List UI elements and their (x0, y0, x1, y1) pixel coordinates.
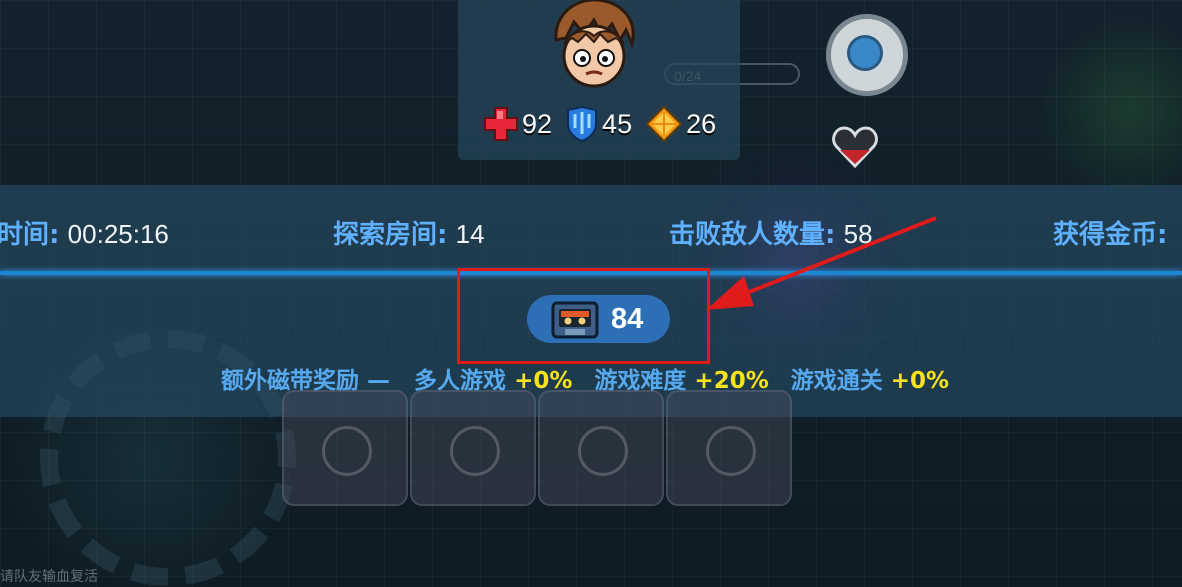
gold-label: 获得金币: (1053, 220, 1168, 250)
energy-value: 26 (686, 108, 717, 139)
hero-avatar (554, 0, 635, 88)
shield-stat: 45 (566, 106, 632, 142)
health-stat: 92 (484, 107, 552, 141)
time-value: 00:25:16 (67, 219, 169, 249)
pointer-arrow (706, 216, 937, 310)
heart-icon (832, 126, 878, 168)
energy-crystal-icon (646, 106, 683, 142)
shield-icon (567, 106, 598, 142)
health-cross-icon (484, 107, 518, 141)
energy-stat: 26 (646, 106, 716, 142)
rooms-value: 14 (455, 219, 485, 249)
health-value: 92 (522, 108, 553, 139)
empty-card-slot (410, 390, 536, 506)
compass-icon (826, 14, 908, 96)
shield-value: 45 (602, 108, 633, 139)
empty-slot-icon (322, 426, 372, 476)
hero-stats: 92 45 26 (484, 106, 716, 142)
rooms-stat: 探索房间: 14 (333, 214, 485, 251)
empty-card-slot (666, 390, 792, 506)
time-label: 时间: (0, 220, 60, 250)
gold-stat: 获得金币: (1053, 214, 1167, 251)
clear-value: +0% (890, 368, 950, 394)
empty-card-slot (538, 390, 664, 506)
clear-label: 游戏通关 (790, 368, 883, 394)
empty-slot-icon (706, 426, 756, 476)
empty-slot-icon (450, 426, 500, 476)
empty-card-slot (282, 390, 408, 506)
revive-hint: 请队友输血复活 (0, 569, 98, 585)
time-stat: 时间: 00:25:16 (0, 214, 169, 251)
highlight-box (457, 268, 710, 364)
empty-slot-icon (578, 426, 628, 476)
rooms-label: 探索房间: (333, 220, 448, 250)
